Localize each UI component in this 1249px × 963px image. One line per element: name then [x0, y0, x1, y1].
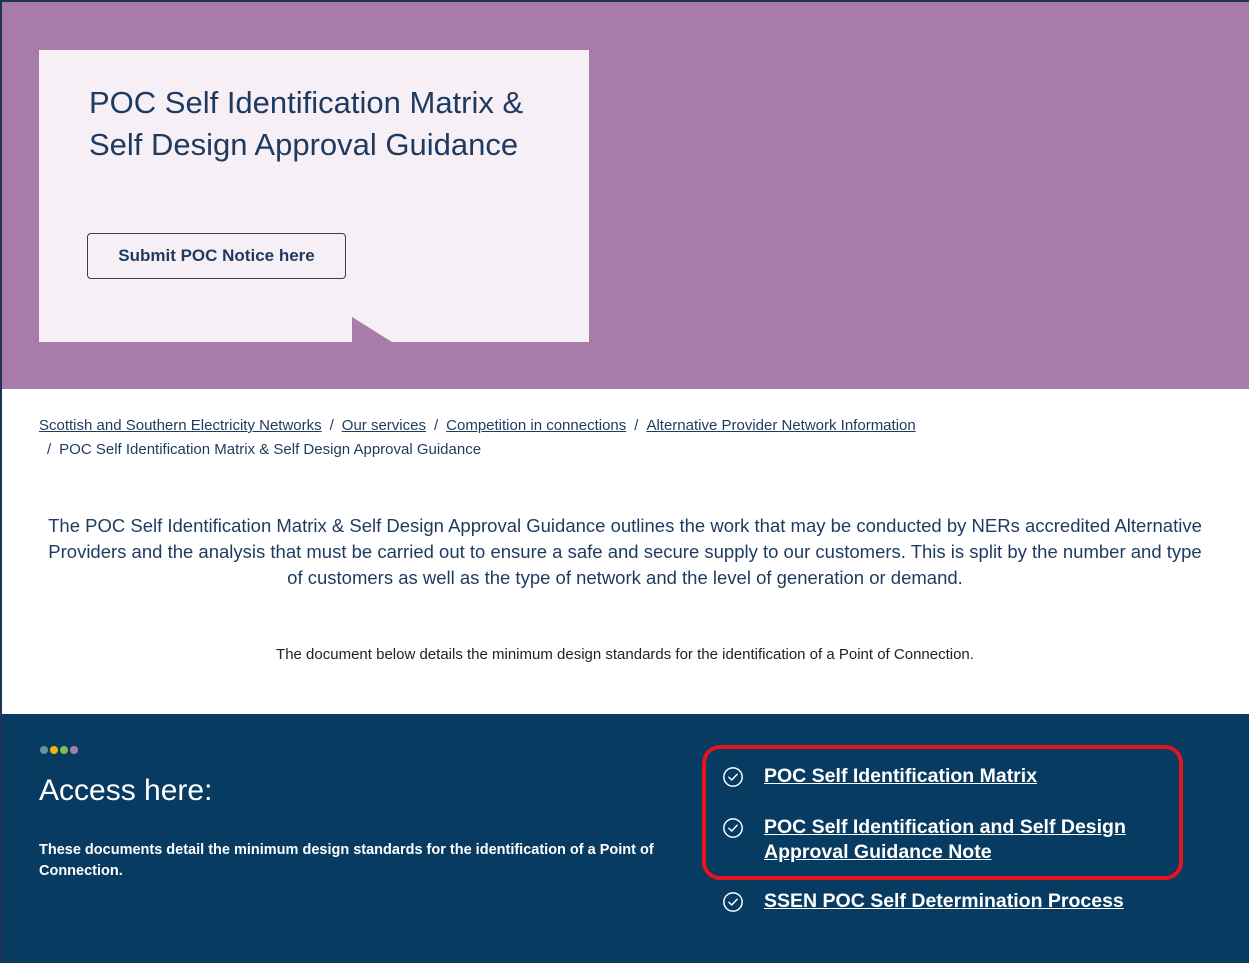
highlight-box: [702, 745, 1183, 880]
dot-4: [70, 746, 78, 754]
breadcrumb-link-our-services[interactable]: Our services: [342, 417, 426, 434]
page-title: POC Self Identification Matrix & Self De…: [89, 85, 524, 162]
breadcrumb-separator: /: [433, 417, 439, 434]
intro-paragraph: The POC Self Identification Matrix & Sel…: [48, 515, 1202, 588]
breadcrumb-separator: /: [47, 441, 52, 458]
breadcrumb-link-competition[interactable]: Competition in connections: [446, 417, 626, 434]
hero-banner: POC Self Identification Matrix & Self De…: [2, 2, 1249, 389]
document-link-item: SSEN POC Self Determination Process: [722, 889, 1124, 914]
access-title: Access here:: [39, 774, 213, 807]
submit-poc-notice-button[interactable]: Submit POC Notice here: [87, 233, 346, 279]
breadcrumb-link-ssen[interactable]: Scottish and Southern Electricity Networ…: [39, 417, 322, 434]
dot-2: [50, 746, 58, 754]
breadcrumb-link-alternative-provider[interactable]: Alternative Provider Network Information: [646, 417, 915, 434]
self-determination-process-link[interactable]: SSEN POC Self Determination Process: [764, 889, 1124, 914]
breadcrumb-separator: /: [329, 417, 334, 434]
dot-1: [40, 746, 48, 754]
breadcrumb: Scottish and Southern Electricity Networ…: [39, 414, 1219, 462]
hero-card: POC Self Identification Matrix & Self De…: [39, 50, 589, 342]
check-circle-icon: [723, 892, 743, 912]
decorative-dots: [40, 746, 78, 754]
breadcrumb-current: POC Self Identification Matrix & Self De…: [59, 441, 482, 458]
dot-3: [60, 746, 68, 754]
breadcrumb-separator: /: [634, 417, 639, 434]
intro-note: The document below details the minimum d…: [276, 646, 974, 663]
card-notch: [352, 317, 392, 342]
access-description: These documents detail the minimum desig…: [39, 842, 654, 879]
